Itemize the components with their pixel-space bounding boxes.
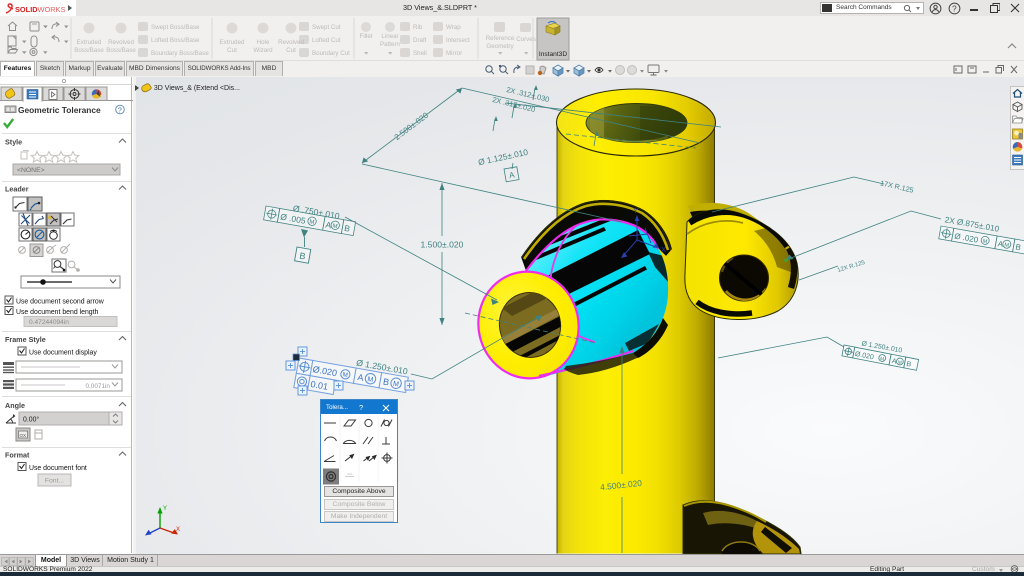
svg-text:17X R.125: 17X R.125 (879, 178, 914, 194)
svg-text:Lofted Cut: Lofted Cut (312, 37, 341, 44)
svg-text:?: ? (952, 3, 957, 13)
svg-text:Swept Boss/Base: Swept Boss/Base (151, 24, 200, 31)
svg-text:Extruded: Extruded (220, 39, 245, 46)
svg-text:Fillet: Fillet (359, 33, 372, 40)
svg-text:M: M (309, 219, 315, 226)
svg-text:Shell: Shell (413, 50, 427, 57)
svg-text:Curves: Curves (516, 36, 536, 43)
svg-text:Y: Y (633, 206, 638, 215)
svg-text:Use document font: Use document font (29, 465, 87, 472)
svg-text:Use document second arrow: Use document second arrow (16, 299, 104, 306)
svg-text:Rib: Rib (413, 24, 423, 31)
svg-text:Font...: Font... (45, 478, 64, 485)
svg-text:A: A (508, 170, 515, 180)
svg-text:Boss/Base: Boss/Base (74, 47, 104, 54)
svg-text:M: M (332, 223, 338, 230)
svg-text:<NONE>: <NONE> (17, 167, 45, 174)
svg-text:Cut: Cut (286, 47, 296, 54)
svg-text:Mirror: Mirror (446, 50, 462, 57)
svg-text:Wrap: Wrap (446, 24, 461, 31)
svg-text:Linear: Linear (381, 33, 398, 40)
svg-text:0.00°: 0.00° (23, 416, 39, 424)
svg-text:Style: Style (5, 138, 22, 147)
svg-text:Boundary Cut: Boundary Cut (312, 50, 350, 57)
svg-text:Pattern: Pattern (380, 41, 401, 48)
svg-text:WORKS: WORKS (38, 5, 66, 14)
svg-text:Ø 1.125±.010: Ø 1.125±.010 (477, 147, 529, 167)
svg-text:Instant3D: Instant3D (539, 51, 567, 58)
svg-text:OX: OX (20, 433, 27, 438)
svg-text:Hole: Hole (257, 39, 270, 46)
svg-text:?: ? (118, 106, 122, 115)
svg-text:Boundary Boss/Base: Boundary Boss/Base (151, 50, 209, 57)
svg-text:Frame Style: Frame Style (5, 335, 46, 344)
svg-text:Reference: Reference (486, 35, 515, 42)
svg-text:Use document display: Use document display (29, 350, 97, 357)
svg-text:Geometry: Geometry (486, 43, 514, 50)
svg-text:Intersect: Intersect (446, 37, 470, 44)
svg-text:1.500±.020: 1.500±.020 (421, 240, 464, 250)
svg-text:Boss/Base: Boss/Base (106, 47, 136, 54)
svg-text:Draft: Draft (413, 37, 427, 44)
svg-text:X: X (661, 245, 666, 254)
svg-text:0.47244094in: 0.47244094in (29, 319, 69, 326)
svg-text:2.500±.020: 2.500±.020 (393, 110, 431, 142)
svg-text:Leader: Leader (5, 185, 29, 194)
svg-text:Revolved: Revolved (278, 39, 304, 46)
svg-text:Lofted Boss/Base: Lofted Boss/Base (151, 37, 200, 44)
svg-text:Wizard: Wizard (253, 47, 273, 54)
svg-text:Swept Cut: Swept Cut (312, 24, 341, 31)
svg-text:X: X (176, 527, 180, 533)
svg-text:Cut: Cut (227, 47, 237, 54)
svg-text:Use document bend length: Use document bend length (16, 309, 99, 316)
svg-text:Revolved: Revolved (108, 39, 134, 46)
svg-text:SOLID: SOLID (15, 5, 38, 14)
svg-text:0.0071in: 0.0071in (85, 383, 110, 390)
svg-text:Format: Format (5, 451, 30, 460)
svg-text:Y: Y (163, 506, 167, 512)
svg-text:Geometric Tolerance: Geometric Tolerance (18, 105, 101, 115)
svg-text:12X R.125: 12X R.125 (837, 260, 867, 274)
svg-text:Angle: Angle (5, 401, 25, 410)
svg-text:Extruded: Extruded (77, 39, 102, 46)
